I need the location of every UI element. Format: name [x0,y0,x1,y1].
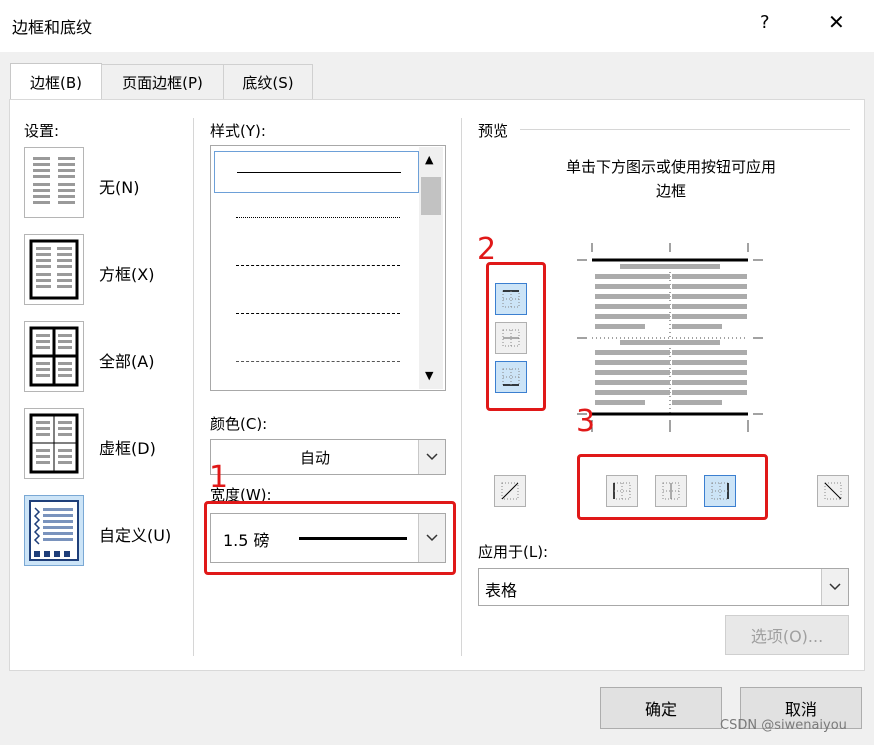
watermark: CSDN @siwenaiyou [720,718,847,733]
help-icon[interactable]: ? [760,12,770,33]
style-option-dashed-fine[interactable] [214,245,417,285]
setting-none-label[interactable]: 无(N) [99,174,139,198]
options-button[interactable]: 选项(O)... [725,615,849,655]
apply-to-select[interactable]: 表格 [478,568,849,606]
ok-button[interactable]: 确定 [600,687,722,729]
diagonal-down-border-button[interactable] [817,475,849,507]
settings-label: 设置: [24,122,60,140]
style-label: 样式(Y): [210,122,266,140]
scroll-down-icon[interactable]: ▼ [425,369,433,382]
annotation-number-2: 2 [477,232,497,267]
divider [193,118,194,656]
annotation-box-1 [204,501,456,575]
tab-shading[interactable]: 底纹(S) [223,64,313,99]
close-icon[interactable]: ✕ [828,10,845,34]
diagonal-up-border-button[interactable] [494,475,526,507]
apply-to-value: 表格 [485,581,518,600]
tab-page-borders[interactable]: 页面边框(P) [101,64,224,99]
scroll-thumb[interactable] [421,177,441,215]
chevron-down-icon[interactable] [418,440,445,474]
setting-box-label[interactable]: 方框(X) [99,261,154,285]
color-select[interactable]: 自动 [210,439,446,475]
divider [461,118,462,656]
none-border-icon[interactable] [24,147,84,218]
preview-diagram[interactable] [577,238,767,456]
preview-label: 预览 [478,122,509,140]
scroll-up-icon[interactable]: ▲ [425,153,433,166]
style-option-solid[interactable] [214,151,419,193]
color-value: 自动 [299,449,330,467]
tab-borders[interactable]: 边框(B) [10,63,102,100]
style-scrollbar[interactable]: ▲ ▼ [419,147,443,389]
setting-custom-label[interactable]: 自定义(U) [99,522,171,546]
grid-border-icon[interactable] [24,408,84,479]
style-option-dashed[interactable] [214,293,417,333]
annotation-number-1: 1 [209,460,229,495]
box-border-icon[interactable] [24,234,84,305]
annotation-box-2 [486,262,546,411]
preview-hint-2: 边框 [655,182,686,200]
custom-border-icon[interactable] [24,495,84,566]
annotation-number-3: 3 [576,404,596,439]
setting-grid-label[interactable]: 虚框(D) [99,435,156,459]
window-title: 边框和底纹 [12,18,93,37]
preview-rule [520,129,850,130]
preview-hint-1: 单击下方图示或使用按钮可应用 [565,158,776,176]
color-label: 颜色(C): [210,415,268,433]
style-option-dash-dot[interactable] [214,341,417,381]
style-option-dotted[interactable] [214,197,417,237]
apply-to-label: 应用于(L): [478,543,549,561]
all-border-icon[interactable] [24,321,84,392]
annotation-box-3 [577,454,768,520]
setting-all-label[interactable]: 全部(A) [99,348,154,372]
chevron-down-icon[interactable] [821,569,848,605]
title-bar [0,0,874,52]
style-listbox[interactable]: ▲ ▼ [210,145,446,391]
